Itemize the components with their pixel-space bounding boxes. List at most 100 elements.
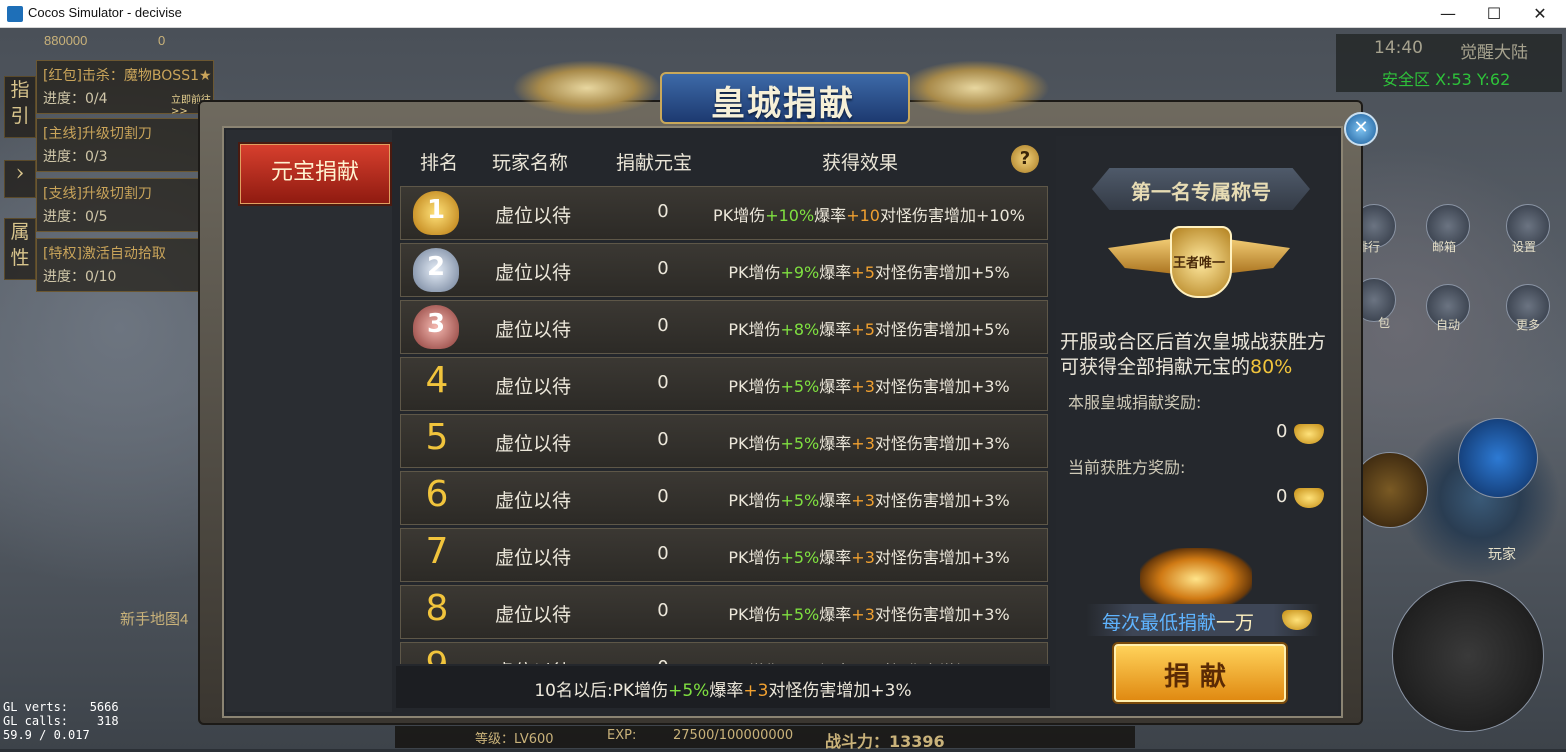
quest-item[interactable]: [特权]激活自动拾取 进度：0/10 [36,238,214,292]
quest-item[interactable]: [红包]击杀：魔物BOSS1★ 进度：0/4 立即前往>> [36,60,214,117]
app-icon [7,6,23,22]
maximize-button[interactable]: ☐ [1471,0,1517,27]
effect-part: 对怪伤害增加+3% [874,605,1010,624]
effect-part: +5 [851,263,875,282]
table-row: 7 虚位以待 0 PK增伤+5%爆率+3对怪伤害增加+3% [400,528,1048,582]
min-note-label: 每次最低捐献 [1102,612,1217,634]
effect-part: +5% [780,491,820,510]
effect-part: 对怪伤害增加+5% [874,320,1010,339]
effect-part: +10 [846,206,880,225]
badge-text: 王者唯一 [1172,256,1225,271]
player-name: 虚位以待 [495,657,571,664]
donation-amount: 0 [657,315,669,336]
player-label: 玩家 [1488,547,1516,563]
quest-item[interactable]: [支线]升级切割刀 进度：0/5 [36,178,214,232]
effect-part: 爆率 [819,548,852,567]
donation-amount: 0 [657,600,669,621]
effect-part: +5% [780,605,820,624]
effect-part: +3 [851,548,875,567]
donation-amount: 0 [651,657,675,664]
effect-part: 爆率 [819,491,852,510]
effect-text: PK增伤+5%爆率+3对怪伤害增加+3% [691,658,1047,664]
panel-title-banner: 皇城捐献 [660,58,910,128]
hud-location: 14:40 觉醒大陆 安全区 X:53 Y:62 [1336,34,1562,92]
help-icon[interactable]: ? [1011,145,1039,173]
effect-part: +3 [851,491,875,510]
warrior-skill-icon[interactable] [1352,452,1428,528]
effect-part: PK增伤 [728,434,781,453]
dragon-right-icon [900,60,1050,116]
side-tab-attributes[interactable]: 属性 [4,218,36,280]
table-row: 3 虚位以待 0 PK增伤+8%爆率+5对怪伤害增加+5% [400,300,1048,354]
donate-button[interactable]: 捐献 [1114,644,1286,702]
player-name: 虚位以待 [495,262,572,284]
server-reward-value: 0 [1276,421,1288,442]
effect-part: 爆率 [819,377,852,396]
effect-part: PK增伤 [728,263,781,282]
exclusive-title-badge-icon: 王者唯一 [1108,222,1290,298]
effect-part: +3 [851,605,875,624]
quest-item[interactable]: [主线]升级切割刀 进度：0/3 [36,118,214,172]
level-label: 等级：LV600 [475,732,554,747]
reward-desc-percent: 80% [1250,356,1293,378]
player-name: 虚位以待 [495,433,572,455]
power-value: 战斗力：13396 [825,732,945,751]
mail-label: 邮箱 [1432,240,1457,254]
more-label: 更多 [1516,318,1541,332]
minimize-button[interactable]: — [1425,0,1471,27]
gold-amount: 880000 [44,33,88,48]
effect-part: 对怪伤害增加+3% [874,548,1010,567]
tab-column [226,130,392,712]
effect-part: +5 [851,320,875,339]
donation-amount: 0 [657,429,669,450]
effect-text: PK增伤+5%爆率+3对怪伤害增加+3% [691,487,1047,511]
minimap-label: 新手地图4 [120,611,189,628]
side-tab-guide[interactable]: 指引 [4,76,36,138]
donation-amount: 0 [657,201,669,222]
quest-title: [支线]升级切割刀 [43,186,152,202]
bag-label: 包 [1378,316,1391,330]
side-tab-expand-icon[interactable]: › [4,160,36,198]
reward-description: 开服或合区后首次皇城战获胜方可获得全部捐献元宝的80% [1060,330,1340,380]
effect-part: 对怪伤害增加+3% [874,377,1010,396]
effect-part: PK增伤 [728,491,781,510]
rank-number: 1 [426,195,446,225]
effect-text: PK增伤+5%爆率+3对怪伤害增加+3% [691,601,1047,625]
window-titlebar: Cocos Simulator - decivise — ☐ ✕ [0,0,1566,28]
rank-number: 9 [415,645,459,664]
gl-debug-stats: GL verts: 5666 GL calls: 318 59.9 / 0.017 [3,700,119,742]
effect-part: PK增伤 [728,548,781,567]
quest-progress: 进度：0/3 [43,149,108,165]
window-close-button[interactable]: ✕ [1517,0,1563,27]
skill-icon[interactable] [1458,418,1538,498]
table-row: 8 虚位以待 0 PK增伤+5%爆率+3对怪伤害增加+3% [400,585,1048,639]
effect-part: +5% [780,377,820,396]
panel-title: 皇城捐献 [711,84,855,124]
min-donation-note: 每次最低捐献一万 [1086,604,1320,636]
header-donation: 捐献元宝 [616,152,693,174]
effect-text: PK增伤+9%爆率+5对怪伤害增加+5% [691,259,1047,283]
effect-part: 对怪伤害增加+3% [874,491,1010,510]
effect-part: 对怪伤害增加+3% [875,662,1010,664]
effect-text: PK增伤+8%爆率+5对怪伤害增加+5% [691,316,1047,340]
table-row: 1 虚位以待 0 PK增伤+10%爆率+10对怪伤害增加+10% [400,186,1048,240]
ranking-list[interactable]: 1 虚位以待 0 PK增伤+10%爆率+10对怪伤害增加+10% 2 虚位以待 0 PK增伤+… [400,186,1048,664]
attack-button-icon[interactable] [1392,580,1544,732]
player-name: 虚位以待 [495,490,572,512]
player-name: 虚位以待 [495,547,572,569]
effect-text: PK增伤+10%爆率+10对怪伤害增加+10% [691,202,1047,226]
settings-label: 设置 [1512,240,1537,254]
honor-title-banner: 第一名专属称号 [1092,168,1310,210]
fps: 59.9 / 0.017 [3,728,90,742]
ingot-icon [1282,610,1312,630]
player-name: 虚位以待 [495,376,572,398]
status-bar: 等级：LV600 EXP: 27500/100000000 战斗力：13396 [395,726,1135,751]
effect-part: +3 [851,377,875,396]
effect-part: +9% [780,263,820,282]
quest-progress: 进度：0/5 [43,209,108,225]
tab-yuanbao-donation[interactable]: 元宝捐献 [238,142,392,206]
effect-part: +5% [780,434,820,453]
after-top10-note: 10名以后:PK增伤+5%爆率+3对怪伤害增加+3% [396,666,1050,708]
close-icon[interactable]: ✕ [1344,112,1378,146]
note-value-drop: +3 [743,681,769,701]
